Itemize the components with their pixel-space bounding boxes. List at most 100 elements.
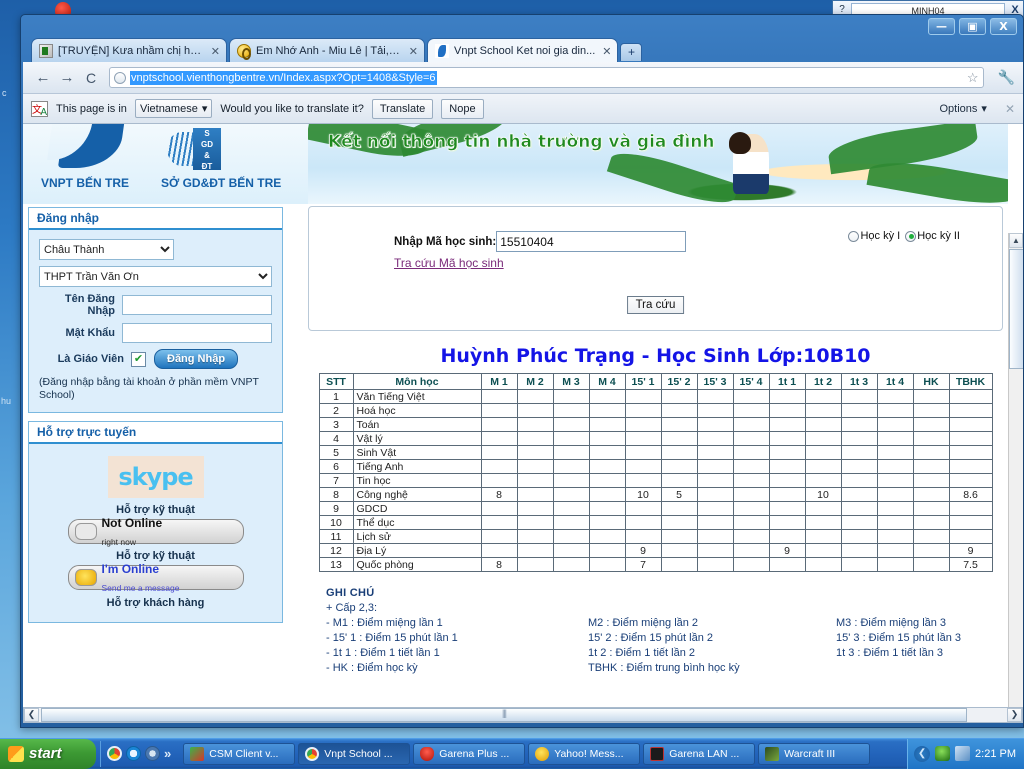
lookup-code-link[interactable]: Tra cứu Mã học sinh bbox=[394, 256, 504, 270]
tray-expand-icon[interactable]: ❮ bbox=[914, 745, 931, 762]
tab-label: Vnpt School Ket noi gia din... bbox=[454, 45, 596, 57]
table-row: 11 Lịch sử bbox=[318, 529, 993, 544]
scroll-left-arrow[interactable]: ❮ bbox=[24, 708, 39, 722]
semester-radio-group: Học kỳ I Học kỳ II bbox=[848, 230, 960, 242]
taskbar-button[interactable]: Warcraft III bbox=[758, 742, 871, 765]
new-tab-button[interactable]: + bbox=[620, 43, 643, 61]
grade-cell bbox=[912, 487, 950, 502]
teacher-checkbox[interactable]: ✔ bbox=[131, 351, 146, 367]
close-icon[interactable]: ✕ bbox=[209, 45, 220, 58]
media-player-icon[interactable] bbox=[145, 746, 160, 761]
taskbar-button[interactable]: Vnpt School ... bbox=[298, 742, 411, 765]
page-info-icon[interactable] bbox=[114, 71, 126, 84]
reload-icon[interactable]: C bbox=[79, 70, 103, 86]
browser-tab-2[interactable]: Em Nhớ Anh - Miu Lê | Tải, l... ✕ bbox=[229, 38, 425, 63]
grade-cell bbox=[732, 543, 770, 558]
grade-cell bbox=[912, 543, 950, 558]
grade-cell bbox=[876, 487, 914, 502]
taskbar-button[interactable]: CSM Client v... bbox=[183, 742, 296, 765]
warcraft-icon bbox=[765, 746, 780, 761]
grade-cell bbox=[660, 557, 698, 572]
grade-cell bbox=[948, 473, 993, 488]
table-row: 12 Địa Lý 9 9 9 bbox=[318, 543, 993, 558]
clock[interactable]: 2:21 PM bbox=[975, 748, 1016, 760]
grade-cell bbox=[588, 473, 626, 488]
network-tray-icon[interactable] bbox=[955, 746, 971, 761]
login-button[interactable]: Đăng Nhập bbox=[154, 349, 239, 369]
note-item: 1t 3 : Điểm 1 tiết lần 3 bbox=[836, 647, 943, 659]
grade-cell bbox=[624, 445, 662, 460]
support-panel-body: skype Hỗ trợ kỹ thuật Not Online right n… bbox=[29, 444, 282, 622]
grade-cell bbox=[516, 389, 554, 404]
scroll-right-arrow[interactable]: ❯ bbox=[1007, 708, 1022, 722]
login-panel-heading: Đăng nhập bbox=[29, 208, 282, 230]
grade-cell bbox=[552, 515, 590, 530]
grade-cell bbox=[516, 473, 554, 488]
horizontal-scroll-thumb[interactable] bbox=[41, 708, 967, 722]
password-input[interactable] bbox=[122, 323, 272, 343]
close-icon[interactable]: ✕ bbox=[995, 102, 1015, 116]
grade-cell bbox=[840, 459, 878, 474]
search-submit-button[interactable]: Tra cứu bbox=[626, 296, 685, 314]
grade-cell bbox=[480, 543, 518, 558]
zing-favicon bbox=[237, 44, 251, 60]
semester-1-radio[interactable] bbox=[848, 230, 860, 242]
close-button[interactable]: X bbox=[990, 18, 1017, 35]
grade-cell bbox=[552, 501, 590, 516]
vertical-scroll-thumb[interactable] bbox=[1009, 249, 1023, 369]
scroll-up-arrow[interactable]: ▲ bbox=[1009, 233, 1023, 248]
bookmark-star-icon[interactable]: ☆ bbox=[967, 70, 979, 86]
close-icon[interactable]: ✕ bbox=[600, 45, 611, 58]
nope-button[interactable]: Nope bbox=[441, 98, 484, 119]
semester-2-radio[interactable] bbox=[905, 230, 917, 242]
minimize-button[interactable]: — bbox=[928, 18, 955, 35]
row-index: 9 bbox=[318, 501, 354, 516]
csm-icon bbox=[190, 746, 205, 761]
grade-cell bbox=[696, 557, 734, 572]
grade-cell bbox=[624, 473, 662, 488]
student-code-input[interactable] bbox=[496, 231, 687, 252]
taskbar-button[interactable]: Garena LAN ... bbox=[643, 742, 756, 765]
taskbar-button[interactable]: Garena Plus ... bbox=[413, 742, 526, 765]
page-horizontal-scrollbar[interactable]: ❮ ❯ bbox=[23, 707, 1023, 723]
translate-language-select[interactable]: Vietnamese ▾ bbox=[134, 99, 213, 118]
address-bar[interactable]: vnptschool.vienthongbentre.vn/Index.aspx… bbox=[109, 67, 984, 88]
start-button[interactable]: start bbox=[0, 738, 96, 769]
close-icon[interactable]: ✕ bbox=[407, 45, 418, 58]
url-text[interactable]: vnptschool.vienthongbentre.vn/Index.aspx… bbox=[130, 70, 437, 85]
grade-cell bbox=[624, 389, 662, 404]
back-button[interactable]: ← bbox=[31, 69, 55, 86]
taskbar-button[interactable]: Yahoo! Mess... bbox=[528, 742, 641, 765]
page-vertical-scrollbar[interactable]: ▲ ▼ bbox=[1008, 233, 1023, 720]
grade-cell bbox=[552, 431, 590, 446]
internet-explorer-icon[interactable] bbox=[126, 746, 141, 761]
grade-cell bbox=[624, 403, 662, 418]
browser-tab-3-active[interactable]: Vnpt School Ket noi gia din... ✕ bbox=[427, 38, 619, 63]
grade-cell bbox=[588, 515, 626, 530]
username-input[interactable] bbox=[122, 295, 272, 315]
note-item: - HK : Điểm học kỳ bbox=[326, 662, 418, 674]
grade-cell bbox=[516, 487, 554, 502]
translate-options-menu[interactable]: Options ▾ bbox=[939, 102, 986, 116]
chrome-icon[interactable] bbox=[107, 746, 122, 761]
grade-cell bbox=[804, 389, 842, 404]
grade-cell bbox=[552, 557, 590, 572]
skype-status-online[interactable]: I'm Online Send me a message bbox=[67, 563, 244, 592]
grades-col-header: 15' 4 bbox=[732, 373, 770, 390]
skype-logo-icon: skype bbox=[107, 456, 204, 498]
garena-tray-icon[interactable] bbox=[935, 746, 951, 761]
subject-name: Lịch sử bbox=[352, 529, 482, 544]
quicklaunch-more-icon[interactable]: » bbox=[164, 746, 171, 761]
maximize-button[interactable]: ▣ bbox=[959, 18, 986, 35]
grade-cell bbox=[876, 515, 914, 530]
grade-cell bbox=[696, 543, 734, 558]
district-select[interactable]: Châu Thành bbox=[39, 239, 174, 260]
wrench-menu-icon[interactable]: 🔧 bbox=[990, 69, 1015, 86]
browser-tab-1[interactable]: [TRUYỆN] Kưa nhầm chị hai... ✕ bbox=[31, 38, 227, 63]
skype-status-not-online[interactable]: Not Online right now bbox=[67, 517, 244, 546]
forward-button[interactable]: → bbox=[55, 69, 79, 86]
grade-cell bbox=[732, 515, 770, 530]
school-select[interactable]: THPT Trần Văn Ơn bbox=[39, 266, 272, 287]
grade-cell bbox=[948, 445, 993, 460]
translate-button[interactable]: Translate bbox=[371, 98, 434, 119]
